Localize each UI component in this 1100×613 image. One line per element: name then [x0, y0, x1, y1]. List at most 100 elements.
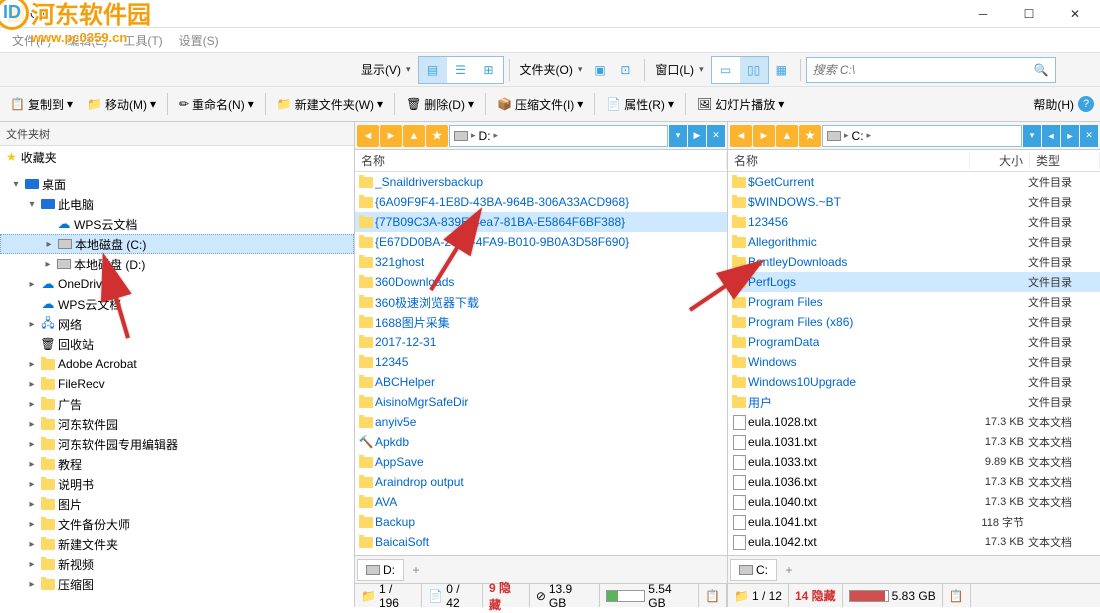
file-row[interactable]: anyiv5e	[355, 412, 727, 432]
nav-prev-icon[interactable]: ◄	[1042, 125, 1060, 147]
tree-item[interactable]: ☁WPS云文档	[0, 214, 354, 234]
file-row[interactable]: PerfLogs文件目录	[728, 272, 1100, 292]
rename-button[interactable]: ✏重命名(N)▾	[173, 90, 260, 118]
file-row[interactable]: 123456文件目录	[728, 212, 1100, 232]
newfolder-button[interactable]: 📁新建文件夹(W)▾	[271, 90, 389, 118]
tree-twisty-icon[interactable]: ▸	[26, 379, 38, 390]
menu-edit[interactable]: 编辑(E)	[61, 30, 113, 51]
file-row[interactable]: Backup	[355, 512, 727, 532]
search-box[interactable]: 🔍	[806, 57, 1056, 83]
file-row[interactable]: AppSave	[355, 452, 727, 472]
dual-pane-icon[interactable]: ▯▯	[740, 57, 768, 83]
file-row[interactable]: Araindrop output	[355, 472, 727, 492]
help-button[interactable]: 帮助(H)?	[1033, 96, 1094, 113]
col-name[interactable]: 名称	[728, 152, 970, 169]
tree-item[interactable]: ▸河东软件园专用编辑器	[0, 434, 354, 454]
file-row[interactable]: Program Files文件目录	[728, 292, 1100, 312]
layout-opt-icon[interactable]: ▦	[771, 56, 795, 84]
tree-twisty-icon[interactable]: ▸	[26, 559, 38, 570]
nav-close-icon[interactable]: ✕	[707, 125, 725, 147]
col-name[interactable]: 名称	[355, 152, 727, 169]
file-row[interactable]: eula.1031.txt17.3 KB文本文档	[728, 432, 1100, 452]
tree-item[interactable]: ▸图片	[0, 494, 354, 514]
folder-opt2-icon[interactable]: ⊡	[615, 56, 639, 84]
tree-item[interactable]: ▾此电脑	[0, 194, 354, 214]
tree-twisty-icon[interactable]: ▸	[26, 479, 38, 490]
nav-fwd-icon[interactable]: ►	[380, 125, 402, 147]
menu-tools[interactable]: 工具(T)	[117, 30, 168, 51]
tree-item[interactable]: ▸说明书	[0, 474, 354, 494]
tree-twisty-icon[interactable]: ▸	[26, 539, 38, 550]
tree-twisty-icon[interactable]: ▸	[26, 319, 38, 330]
file-row[interactable]: 12345	[355, 352, 727, 372]
file-row[interactable]: 用户文件目录	[728, 392, 1100, 412]
file-row[interactable]: 360极速浏览器下载	[355, 292, 727, 312]
file-row[interactable]: eula.1041.txt118 字节	[728, 512, 1100, 532]
tree-twisty-icon[interactable]: ▸	[26, 439, 38, 450]
tree-item[interactable]: ▸教程	[0, 454, 354, 474]
tree-item[interactable]: ▸本地磁盘 (D:)	[0, 254, 354, 274]
tree-item[interactable]: ▸Adobe Acrobat	[0, 354, 354, 374]
file-row[interactable]: BaicaiSoft	[355, 532, 727, 552]
tree-twisty-icon[interactable]: ▸	[26, 419, 38, 430]
tree-item[interactable]: ▸新视频	[0, 554, 354, 574]
search-input[interactable]	[813, 63, 1034, 77]
folder-opt1-icon[interactable]: ▣	[589, 56, 613, 84]
minimize-button[interactable]: ─	[960, 0, 1006, 28]
tree-item[interactable]: ▾桌面	[0, 174, 354, 194]
tree-twisty-icon[interactable]: ▸	[26, 499, 38, 510]
tree-twisty-icon[interactable]: ▸	[26, 359, 38, 370]
left-path[interactable]: ▸ D: ▸	[449, 125, 668, 147]
tree-twisty-icon[interactable]: ▸	[42, 259, 54, 270]
file-row[interactable]: eula.1040.txt17.3 KB文本文档	[728, 492, 1100, 512]
close-button[interactable]: ✕	[1052, 0, 1098, 28]
view-tiles-icon[interactable]: ⊞	[475, 57, 503, 83]
file-row[interactable]: {E67DD0BA-233F-4FA9-B010-9B0A3D58F690}	[355, 232, 727, 252]
file-row[interactable]: 2017-12-31	[355, 332, 727, 352]
nav-fav-icon[interactable]: ★	[799, 125, 821, 147]
compress-button[interactable]: 📦压缩文件(I)▾	[491, 90, 589, 118]
tree-twisty-icon[interactable]: ▸	[26, 579, 38, 590]
nav-back-icon[interactable]: ◄	[730, 125, 752, 147]
add-tab-icon[interactable]: +	[406, 560, 426, 580]
tree-item[interactable]: ▸广告	[0, 394, 354, 414]
col-size[interactable]: 大小	[970, 152, 1030, 169]
file-row[interactable]: ABCHelper	[355, 372, 727, 392]
nav-fwd-icon[interactable]: ►	[753, 125, 775, 147]
moveto-button[interactable]: 📁移动(M)▾	[81, 90, 162, 118]
nav-close-icon[interactable]: ✕	[1080, 125, 1098, 147]
file-row[interactable]: eula.1028.txt17.3 KB文本文档	[728, 412, 1100, 432]
tree-item[interactable]: ▸☁OneDrive	[0, 274, 354, 294]
tree-item[interactable]: ☁WPS云文档	[0, 294, 354, 314]
view-details-icon[interactable]: ▤	[419, 57, 447, 83]
tree-item[interactable]: ▸本地磁盘 (C:)	[0, 234, 354, 254]
properties-button[interactable]: 📄属性(R)▾	[600, 90, 680, 118]
favorites-header[interactable]: ★ 收藏夹	[0, 146, 354, 168]
menu-settings[interactable]: 设置(S)	[173, 30, 225, 51]
tree-item[interactable]: ▸文件备份大师	[0, 514, 354, 534]
window-dropdown[interactable]: 窗口(L)▾	[650, 56, 708, 84]
nav-next-icon[interactable]: ►	[1061, 125, 1079, 147]
folder-dropdown[interactable]: 文件夹(O)▾	[515, 56, 588, 84]
tree-item[interactable]: ▸压缩图	[0, 574, 354, 594]
file-row[interactable]: $WINDOWS.~BT文件目录	[728, 192, 1100, 212]
nav-back-icon[interactable]: ◄	[357, 125, 379, 147]
file-row[interactable]: {6A09F9F4-1E8D-43BA-964B-306A33ACD968}	[355, 192, 727, 212]
right-path[interactable]: ▸ C: ▸	[822, 125, 1022, 147]
file-row[interactable]: AisinoMgrSafeDir	[355, 392, 727, 412]
file-row[interactable]: Windows10Upgrade文件目录	[728, 372, 1100, 392]
tree-item[interactable]: 🗑回收站	[0, 334, 354, 354]
menu-file[interactable]: 文件(F)	[6, 30, 57, 51]
view-dropdown[interactable]: 显示(V)▾	[356, 56, 416, 84]
file-row[interactable]: Allegorithmic文件目录	[728, 232, 1100, 252]
tree-twisty-icon[interactable]: ▸	[43, 239, 55, 250]
tree-twisty-icon[interactable]: ▾	[26, 199, 38, 210]
add-tab-icon[interactable]: +	[779, 560, 799, 580]
nav-up-icon[interactable]: ▲	[776, 125, 798, 147]
maximize-button[interactable]: ☐	[1006, 0, 1052, 28]
nav-dd-icon[interactable]: ▾	[669, 125, 687, 147]
single-pane-icon[interactable]: ▭	[712, 57, 740, 83]
file-row[interactable]: $GetCurrent文件目录	[728, 172, 1100, 192]
slideshow-button[interactable]: 🖼幻灯片播放▾	[691, 90, 790, 118]
delete-button[interactable]: 🗑删除(D)▾	[400, 90, 480, 118]
